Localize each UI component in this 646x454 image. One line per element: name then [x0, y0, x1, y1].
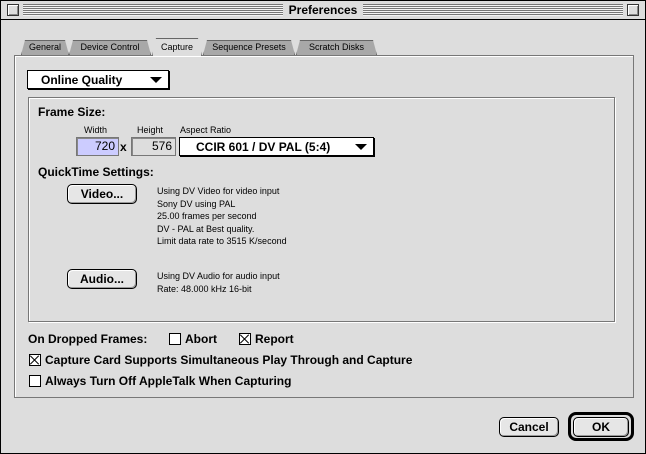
play-through-checkbox[interactable] [29, 354, 41, 366]
width-label: Width [84, 125, 108, 135]
video-info: Using DV Video for video input Sony DV u… [157, 185, 287, 248]
tab-scratch-disks[interactable]: Scratch Disks [296, 40, 377, 55]
times-sign: x [120, 140, 127, 154]
video-info-line: DV - PAL at Best quality. [157, 223, 255, 234]
video-info-line: Using DV Video for video input [157, 186, 280, 196]
report-checkbox[interactable] [239, 333, 251, 345]
abort-label[interactable]: Abort [185, 332, 217, 346]
zoom-box[interactable] [627, 4, 639, 16]
tab-sequence-presets[interactable]: Sequence Presets [203, 40, 295, 55]
chevron-down-icon [355, 144, 367, 150]
aspect-ratio-value: CCIR 601 / DV PAL (5:4) [196, 140, 331, 154]
aspect-ratio-label: Aspect Ratio [180, 125, 232, 135]
width-field[interactable]: 720 [76, 137, 119, 156]
video-info-line: Sony DV using PAL [157, 198, 236, 209]
audio-info-line: Using DV Audio for audio input [157, 271, 280, 281]
quality-popup[interactable]: Online Quality [27, 70, 169, 89]
title-bar[interactable]: Preferences [1, 1, 645, 20]
frame-size-heading: Frame Size: [38, 105, 106, 119]
chevron-down-icon [150, 77, 162, 83]
abort-checkbox[interactable] [169, 333, 181, 345]
tab-capture[interactable]: Capture [152, 38, 202, 56]
height-field[interactable]: 576 [131, 137, 176, 156]
video-info-line: 25.00 frames per second [157, 211, 257, 221]
play-through-label[interactable]: Capture Card Supports Simultaneous Play … [45, 353, 412, 367]
video-settings-button[interactable]: Video... [67, 184, 137, 204]
tab-general[interactable]: General [21, 40, 69, 55]
audio-info-line: Rate: 48.000 kHz 16-bit [157, 283, 252, 294]
dropped-frames-label: On Dropped Frames: [28, 332, 148, 346]
cancel-button[interactable]: Cancel [499, 417, 559, 437]
video-info-line: Limit data rate to 3515 K/second [157, 236, 287, 246]
quicktime-settings-heading: QuickTime Settings: [38, 165, 154, 179]
height-label: Height [137, 125, 164, 135]
report-label[interactable]: Report [255, 332, 294, 346]
window-title: Preferences [1, 3, 645, 17]
appletalk-checkbox[interactable] [29, 375, 41, 387]
quality-popup-value: Online Quality [41, 73, 123, 87]
audio-info: Using DV Audio for audio input Rate: 48.… [157, 270, 280, 295]
ok-button[interactable]: OK [573, 417, 629, 437]
tab-device-control[interactable]: Device Control [69, 40, 151, 55]
preferences-window: Preferences General Device Control Captu… [0, 0, 646, 454]
appletalk-label[interactable]: Always Turn Off AppleTalk When Capturing [45, 374, 291, 388]
audio-settings-button[interactable]: Audio... [67, 269, 137, 289]
aspect-ratio-popup[interactable]: CCIR 601 / DV PAL (5:4) [179, 137, 374, 156]
